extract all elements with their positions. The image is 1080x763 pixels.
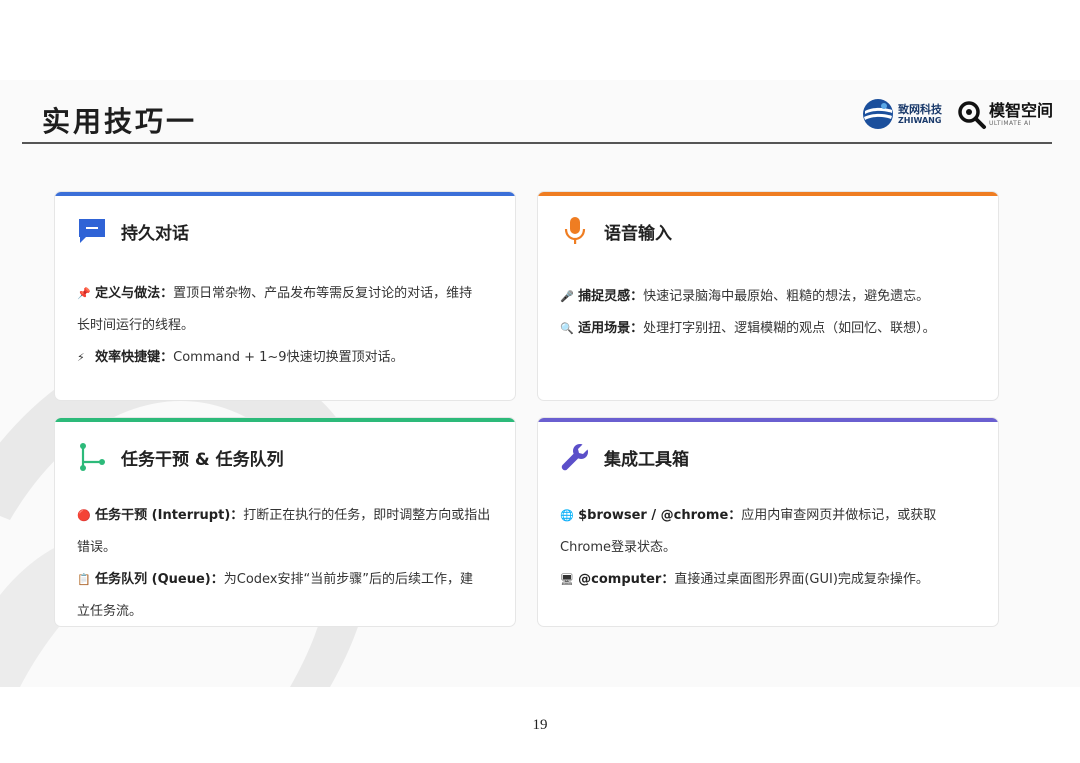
mozhi-logo: 模智空间 ULTIMATE AI [957,100,1053,130]
zhiwang-logo-icon [863,99,893,129]
slide: 实用技巧一 致网科技 ZHIWANG 模智空间 ULTIMATE AI 持久对话… [0,80,1080,687]
item-text: 打断正在执行的任务，即时调整方向或指出 [243,508,491,523]
card-body: 🔴 任务干预 (Interrupt)：打断正在执行的任务，即时调整方向或指出 错… [77,500,495,626]
magnifier-icon: 🔍 [560,322,574,335]
clipboard-icon: 📋 [77,573,91,586]
pin-icon: 📌 [77,287,91,300]
item-label: 适用场景： [578,321,644,336]
magnifier-logo-icon [958,101,986,129]
card-accent-bar [538,418,998,422]
page-title: 实用技巧一 [42,105,198,138]
card-item: 📋 任务队列 (Queue)：为Codex安排“当前步骤”后的后续工作，建 [77,564,495,596]
microphone-emoji-icon: 🎤 [560,290,574,303]
card-body: 🎤 捕捉灵感：快速记录脑海中最原始、粗糙的想法，避免遗忘。 🔍 适用场景：处理打… [560,281,978,345]
card-task-control: 任务干预 & 任务队列 🔴 任务干预 (Interrupt)：打断正在执行的任务… [54,417,516,627]
item-text: 置顶日常杂物、产品发布等需反复讨论的对话，维持 [173,286,473,301]
card-persistent-chat: 持久对话 📌 定义与做法：置顶日常杂物、产品发布等需反复讨论的对话，维持 长时间… [54,191,516,401]
card-accent-bar [55,418,515,422]
card-voice-input: 语音输入 🎤 捕捉灵感：快速记录脑海中最原始、粗糙的想法，避免遗忘。 🔍 适用场… [537,191,999,401]
card-item: 🎤 捕捉灵感：快速记录脑海中最原始、粗糙的想法，避免遗忘。 [560,281,978,313]
card-title: 持久对话 [121,223,189,244]
card-item: 🔍 适用场景：处理打字别扭、逻辑模糊的观点（如回忆、联想）。 [560,313,978,345]
item-text-continued: 长时间运行的线程。 [77,318,195,333]
globe-icon: 🌐 [560,509,574,522]
zhiwang-logo-cn: 致网科技 [898,102,942,116]
item-label: 效率快捷键： [95,350,174,365]
item-text: 为Codex安排“当前步骤”后的后续工作，建 [223,572,473,587]
item-text: 应用内审查网页并做标记，或获取 [741,508,937,523]
lightning-icon: ⚡ [77,351,85,364]
item-label: 定义与做法： [95,286,174,301]
mozhi-logo-en: ULTIMATE AI [989,120,1031,127]
item-label: 任务干预 (Interrupt)： [95,508,244,523]
chat-bubble-icon [77,216,107,246]
item-text: 直接通过桌面图形界面(GUI)完成复杂操作。 [674,572,929,587]
title-divider [22,142,1052,144]
card-item: 📌 定义与做法：置顶日常杂物、产品发布等需反复讨论的对话，维持 [77,278,495,310]
card-accent-bar [55,192,515,196]
item-label: $browser / @chrome： [578,508,742,523]
zhiwang-logo-en: ZHIWANG [898,115,942,125]
item-text: 快速记录脑海中最原始、粗糙的想法，避免遗忘。 [643,289,930,304]
item-text: 处理打字别扭、逻辑模糊的观点（如回忆、联想）。 [643,321,936,336]
branch-icon [77,442,107,472]
wrench-icon [560,442,590,472]
item-label: 捕捉灵感： [578,289,644,304]
card-body: 🌐 $browser / @chrome：应用内审查网页并做标记，或获取 Chr… [560,500,978,596]
card-accent-bar [538,192,998,196]
card-item: 🖥 @computer：直接通过桌面图形界面(GUI)完成复杂操作。 [560,564,978,596]
page-number: 19 [532,717,548,733]
card-title: 任务干预 & 任务队列 [121,449,284,470]
red-circle-icon: 🔴 [77,509,91,522]
card-toolbox: 集成工具箱 🌐 $browser / @chrome：应用内审查网页并做标记，或… [537,417,999,627]
item-text-continued: 立任务流。 [77,604,143,619]
item-label: @computer： [578,572,675,587]
card-body: 📌 定义与做法：置顶日常杂物、产品发布等需反复讨论的对话，维持 长时间运行的线程… [77,278,495,374]
item-text: Command + 1~9快速切换置顶对话。 [173,350,404,365]
item-text-continued: Chrome登录状态。 [560,540,676,555]
card-item: 🔴 任务干预 (Interrupt)：打断正在执行的任务，即时调整方向或指出 [77,500,495,532]
card-title: 语音输入 [604,223,672,244]
card-item: 🌐 $browser / @chrome：应用内审查网页并做标记，或获取 [560,500,978,532]
card-title: 集成工具箱 [604,449,689,470]
microphone-icon [560,216,590,246]
computer-icon: 🖥 [560,573,574,586]
zhiwang-logo: 致网科技 ZHIWANG [862,98,942,130]
item-text-continued: 错误。 [77,540,117,555]
item-label: 任务队列 (Queue)： [95,572,224,587]
mozhi-logo-cn: 模智空间 [989,101,1054,120]
card-item: ⚡ 效率快捷键：Command + 1~9快速切换置顶对话。 [77,342,495,374]
